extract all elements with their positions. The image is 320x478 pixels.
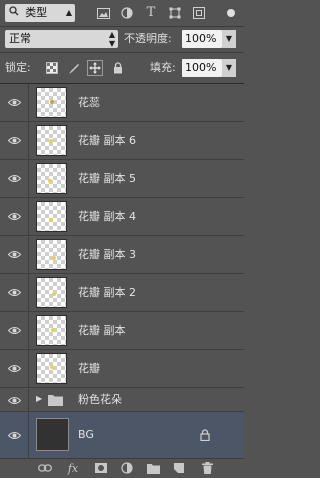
layer-row[interactable]: 花瓣 副本 6 xyxy=(0,122,244,160)
layer-row[interactable]: 花瓣 副本 5 xyxy=(0,160,244,198)
new-layer-icon[interactable] xyxy=(172,461,186,475)
lock-fill-bar: 锁定: 填充: 100% ▼ xyxy=(0,53,244,84)
pixel-layer-filter-icon[interactable] xyxy=(96,6,110,20)
eye-icon xyxy=(7,396,21,404)
link-layers-icon[interactable] xyxy=(38,461,52,475)
thumbnail-content xyxy=(50,365,54,369)
eye-icon xyxy=(7,431,21,439)
visibility-toggle[interactable] xyxy=(0,160,29,197)
layer-group-row[interactable]: ▶ 粉色花朵 xyxy=(0,388,244,412)
layer-name: BG xyxy=(78,428,94,441)
eye-icon xyxy=(7,327,21,334)
visibility-toggle[interactable] xyxy=(0,350,29,387)
kind-filter-label: 类型 xyxy=(25,6,48,19)
layer-name: 花瓣 xyxy=(78,362,100,375)
blend-opacity-bar: 正常 ▲ ▼ 不透明度: 100% ▼ xyxy=(0,27,244,53)
folder-icon xyxy=(48,394,63,409)
opacity-label: 不透明度: xyxy=(124,32,172,45)
eye-icon xyxy=(7,365,21,372)
layer-name: 花瓣 副本 3 xyxy=(78,248,136,261)
opacity-dropdown[interactable]: ▼ xyxy=(222,30,236,48)
layer-name: 花瓣 副本 2 xyxy=(78,286,136,299)
add-mask-icon[interactable] xyxy=(94,461,108,475)
search-icon xyxy=(9,6,22,19)
filter-toggle[interactable] xyxy=(224,4,238,22)
layer-name: 花蕊 xyxy=(78,96,100,109)
chevron-updown-icon: ▲ xyxy=(65,8,72,17)
blend-mode-value: 正常 xyxy=(9,32,31,45)
layers-list: 花蕊 花瓣 副本 6 花瓣 副本 5 花瓣 副本 4 花瓣 副本 3 花瓣 副本… xyxy=(0,84,244,458)
new-adjustment-layer-icon[interactable] xyxy=(120,461,134,475)
thumbnail-content xyxy=(50,100,54,104)
trash-icon[interactable] xyxy=(200,461,214,475)
layer-thumbnail xyxy=(36,418,69,451)
thumbnail-content xyxy=(49,139,53,143)
layer-thumbnail xyxy=(36,277,67,308)
background-layer-row[interactable]: BG xyxy=(0,412,244,458)
blend-mode-select[interactable]: 正常 ▲ ▼ xyxy=(5,30,118,48)
eye-icon xyxy=(7,289,21,296)
thumbnail-content xyxy=(51,328,55,332)
layer-kind-filter[interactable]: 类型 ▲ xyxy=(5,4,75,22)
lock-all-icon[interactable] xyxy=(111,61,125,75)
lock-transparent-pixels-icon[interactable] xyxy=(45,61,59,75)
visibility-toggle[interactable] xyxy=(0,84,29,121)
layer-row[interactable]: 花瓣 副本 3 xyxy=(0,236,244,274)
eye-icon xyxy=(7,99,21,106)
group-name: 粉色花朵 xyxy=(78,393,122,406)
layer-row[interactable]: 花瓣 副本 xyxy=(0,312,244,350)
visibility-toggle[interactable] xyxy=(0,312,29,349)
visibility-toggle[interactable] xyxy=(0,236,29,273)
layer-row[interactable]: 花瓣 副本 4 xyxy=(0,198,244,236)
visibility-toggle[interactable] xyxy=(0,198,29,235)
layers-bottom-toolbar: fx xyxy=(0,458,244,478)
visibility-toggle[interactable] xyxy=(0,274,29,311)
layer-name: 花瓣 副本 4 xyxy=(78,210,136,223)
lock-image-pixels-icon[interactable] xyxy=(67,61,81,75)
eye-icon xyxy=(7,175,21,182)
layer-row[interactable]: 花瓣 副本 2 xyxy=(0,274,244,312)
thumbnail-content xyxy=(52,292,56,296)
layer-name: 花瓣 副本 6 xyxy=(78,134,136,147)
opacity-input[interactable]: 100% xyxy=(182,30,222,48)
layer-thumbnail xyxy=(36,87,67,118)
layer-thumbnail xyxy=(36,163,67,194)
layer-thumbnail xyxy=(36,239,67,270)
new-group-folder-icon[interactable] xyxy=(146,461,160,475)
visibility-toggle[interactable] xyxy=(0,388,29,412)
eye-icon xyxy=(7,137,21,144)
layer-row[interactable]: 花瓣 xyxy=(0,350,244,388)
chevron-updown-icon: ▲ ▼ xyxy=(108,30,115,48)
layer-name: 花瓣 副本 5 xyxy=(78,172,136,185)
thumbnail-content xyxy=(48,179,52,183)
visibility-toggle[interactable] xyxy=(0,412,29,458)
layer-thumbnail xyxy=(36,315,67,346)
lock-position-icon[interactable] xyxy=(87,60,103,76)
thumbnail-content xyxy=(52,256,56,260)
layer-thumbnail xyxy=(36,201,67,232)
smart-object-filter-icon[interactable] xyxy=(192,6,206,20)
layer-thumbnail xyxy=(36,125,67,156)
shape-layer-filter-icon[interactable] xyxy=(168,6,182,20)
visibility-toggle[interactable] xyxy=(0,122,29,159)
lock-icon xyxy=(200,429,210,444)
fill-input[interactable]: 100% xyxy=(182,59,222,77)
layer-thumbnail xyxy=(36,353,67,384)
thumbnail-content xyxy=(49,218,53,222)
adjustment-layer-filter-icon[interactable] xyxy=(120,6,134,20)
filter-bar: 类型 ▲ T xyxy=(0,0,244,27)
layer-name: 花瓣 副本 xyxy=(78,324,126,337)
eye-icon xyxy=(7,213,21,220)
fill-label: 填充: xyxy=(150,61,176,74)
layer-row[interactable]: 花蕊 xyxy=(0,84,244,122)
lock-label: 锁定: xyxy=(5,61,31,74)
type-layer-filter-icon[interactable]: T xyxy=(144,5,158,20)
eye-icon xyxy=(7,251,21,258)
fill-dropdown[interactable]: ▼ xyxy=(222,59,236,77)
expand-arrow-icon[interactable]: ▶ xyxy=(36,394,42,403)
fx-icon[interactable]: fx xyxy=(66,461,80,475)
